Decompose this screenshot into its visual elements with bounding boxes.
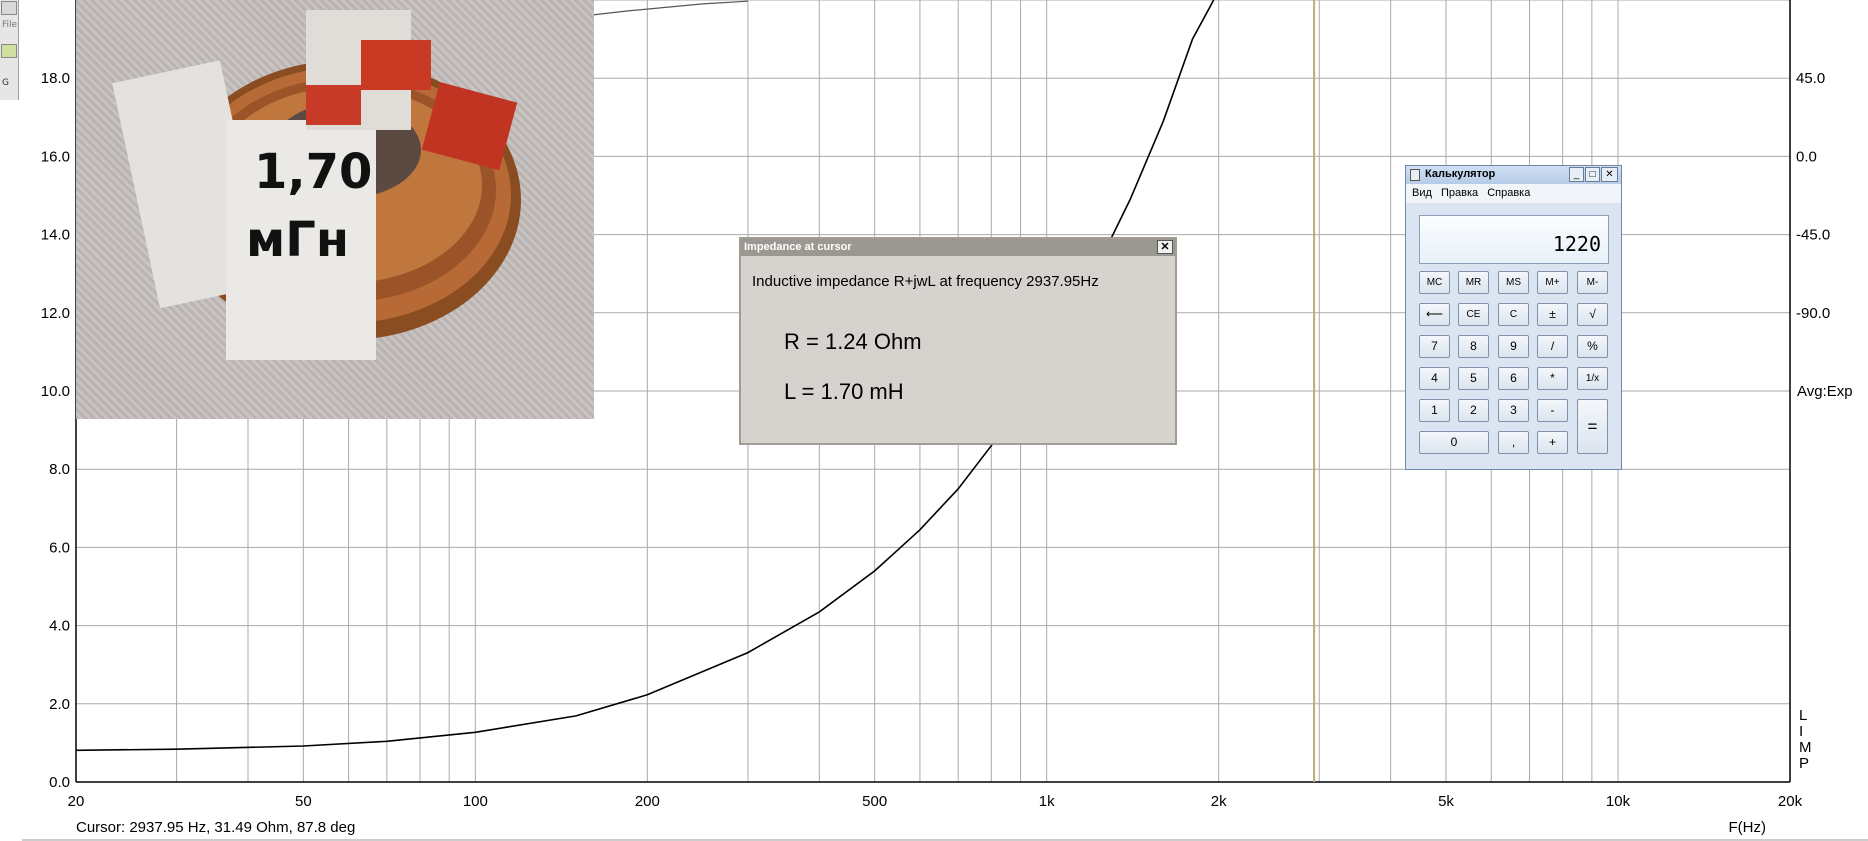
y-tick-label-right: 45.0 (1796, 70, 1825, 87)
y-tick-label-left: 12.0 (41, 305, 70, 322)
x-tick-label: 500 (862, 793, 887, 810)
x-tick-label: 20 (68, 793, 85, 810)
calculator-window: Калькулятор _ □ ✕ Вид Правка Справка 122… (1405, 165, 1622, 470)
key-clear[interactable]: C (1498, 303, 1529, 326)
right-axis-letter: P (1799, 755, 1809, 772)
key-multiply[interactable]: * (1537, 367, 1568, 390)
open-folder-icon[interactable] (1, 44, 17, 58)
dialog-title: Impedance at cursor (744, 241, 852, 253)
key-reciprocal[interactable]: 1/x (1577, 367, 1608, 390)
calculator-titlebar[interactable]: Калькулятор _ □ ✕ (1406, 166, 1621, 184)
y-tick-label-left: 8.0 (49, 461, 70, 478)
y-tick-label-left: 0.0 (49, 774, 70, 791)
y-tick-label-left: 6.0 (49, 539, 70, 556)
y-tick-label-left: 4.0 (49, 618, 70, 635)
key-divide[interactable]: / (1537, 335, 1568, 358)
x-tick-label: 10k (1606, 793, 1631, 810)
impedance-dialog: Impedance at cursor ✕ Inductive impedanc… (739, 237, 1177, 445)
key-equals[interactable]: = (1577, 399, 1608, 454)
inductor-photo: 1,70 мГн (76, 0, 594, 419)
y-tick-label-left: 18.0 (41, 70, 70, 87)
host-window-toolbar-strip: File G (0, 0, 19, 100)
impedance-description: Inductive impedance R+jwL at frequency 2… (752, 273, 1099, 290)
key-9[interactable]: 9 (1498, 335, 1529, 358)
key-square-root[interactable]: √ (1577, 303, 1608, 326)
calculator-display-value: 1220 (1552, 232, 1601, 256)
key-3[interactable]: 3 (1498, 399, 1529, 422)
toolbar-button[interactable] (1, 1, 17, 15)
cursor-readout: Cursor: 2937.95 Hz, 31.49 Ohm, 87.8 deg (76, 819, 355, 836)
menu-help[interactable]: Справка (1487, 184, 1530, 203)
x-tick-label: 50 (295, 793, 312, 810)
x-tick-label: 100 (463, 793, 488, 810)
key-backspace[interactable]: ⟵ (1419, 303, 1450, 326)
y-tick-label-left: 14.0 (41, 227, 70, 244)
x-tick-label: 1k (1039, 793, 1055, 810)
calculator-menubar: Вид Правка Справка (1406, 184, 1621, 203)
x-axis-label: F(Hz) (1729, 819, 1767, 836)
y-tick-label-left: 2.0 (49, 696, 70, 713)
coil-illustration: 1,70 мГн (112, 10, 521, 360)
close-icon[interactable]: ✕ (1601, 167, 1618, 182)
close-icon[interactable]: ✕ (1157, 240, 1173, 254)
resistance-value: R = 1.24 Ohm (784, 329, 922, 354)
maximize-button[interactable]: □ (1585, 167, 1600, 182)
calculator-display: 1220 (1419, 215, 1609, 264)
key-6[interactable]: 6 (1498, 367, 1529, 390)
photo-label-value: 1,70 (254, 144, 372, 200)
key-memory-subtract[interactable]: M- (1577, 271, 1608, 294)
key-memory-recall[interactable]: MR (1458, 271, 1489, 294)
button-g-fragment[interactable]: G (2, 78, 9, 88)
key-plus-minus[interactable]: ± (1537, 303, 1568, 326)
key-7[interactable]: 7 (1419, 335, 1450, 358)
key-subtract[interactable]: - (1537, 399, 1568, 422)
x-tick-label: 5k (1438, 793, 1454, 810)
key-add[interactable]: + (1537, 431, 1568, 454)
menu-edit[interactable]: Правка (1441, 184, 1478, 203)
calculator-title: Калькулятор (1425, 168, 1496, 180)
key-4[interactable]: 4 (1419, 367, 1450, 390)
minimize-button[interactable]: _ (1569, 167, 1584, 182)
key-decimal[interactable]: , (1498, 431, 1529, 454)
inductance-value: L = 1.70 mH (784, 379, 904, 404)
photo-label-unit: мГн (246, 212, 349, 268)
y-tick-label-left: 10.0 (41, 383, 70, 400)
dialog-titlebar[interactable]: Impedance at cursor ✕ (741, 239, 1175, 256)
key-5[interactable]: 5 (1458, 367, 1489, 390)
calculator-icon (1410, 169, 1420, 181)
x-tick-label: 200 (635, 793, 660, 810)
key-percent[interactable]: % (1577, 335, 1608, 358)
menu-view[interactable]: Вид (1412, 184, 1432, 203)
avg-mode-label: Avg:Exp (1797, 383, 1853, 400)
right-axis-letter: I (1799, 723, 1803, 740)
key-memory-clear[interactable]: MC (1419, 271, 1450, 294)
key-1[interactable]: 1 (1419, 399, 1450, 422)
right-axis-letter: M (1799, 739, 1812, 756)
key-clear-entry[interactable]: CE (1458, 303, 1489, 326)
y-tick-label-right: 0.0 (1796, 148, 1817, 165)
menu-file-fragment[interactable]: File (2, 20, 17, 30)
x-tick-label: 20k (1778, 793, 1803, 810)
x-tick-label: 2k (1211, 793, 1227, 810)
key-2[interactable]: 2 (1458, 399, 1489, 422)
y-tick-label-right: -45.0 (1796, 227, 1830, 244)
right-axis-letter: L (1799, 707, 1807, 724)
key-memory-store[interactable]: MS (1498, 271, 1529, 294)
key-8[interactable]: 8 (1458, 335, 1489, 358)
key-0[interactable]: 0 (1419, 431, 1489, 454)
y-tick-label-left: 16.0 (41, 148, 70, 165)
y-tick-label-right: -90.0 (1796, 305, 1830, 322)
key-memory-add[interactable]: M+ (1537, 271, 1568, 294)
